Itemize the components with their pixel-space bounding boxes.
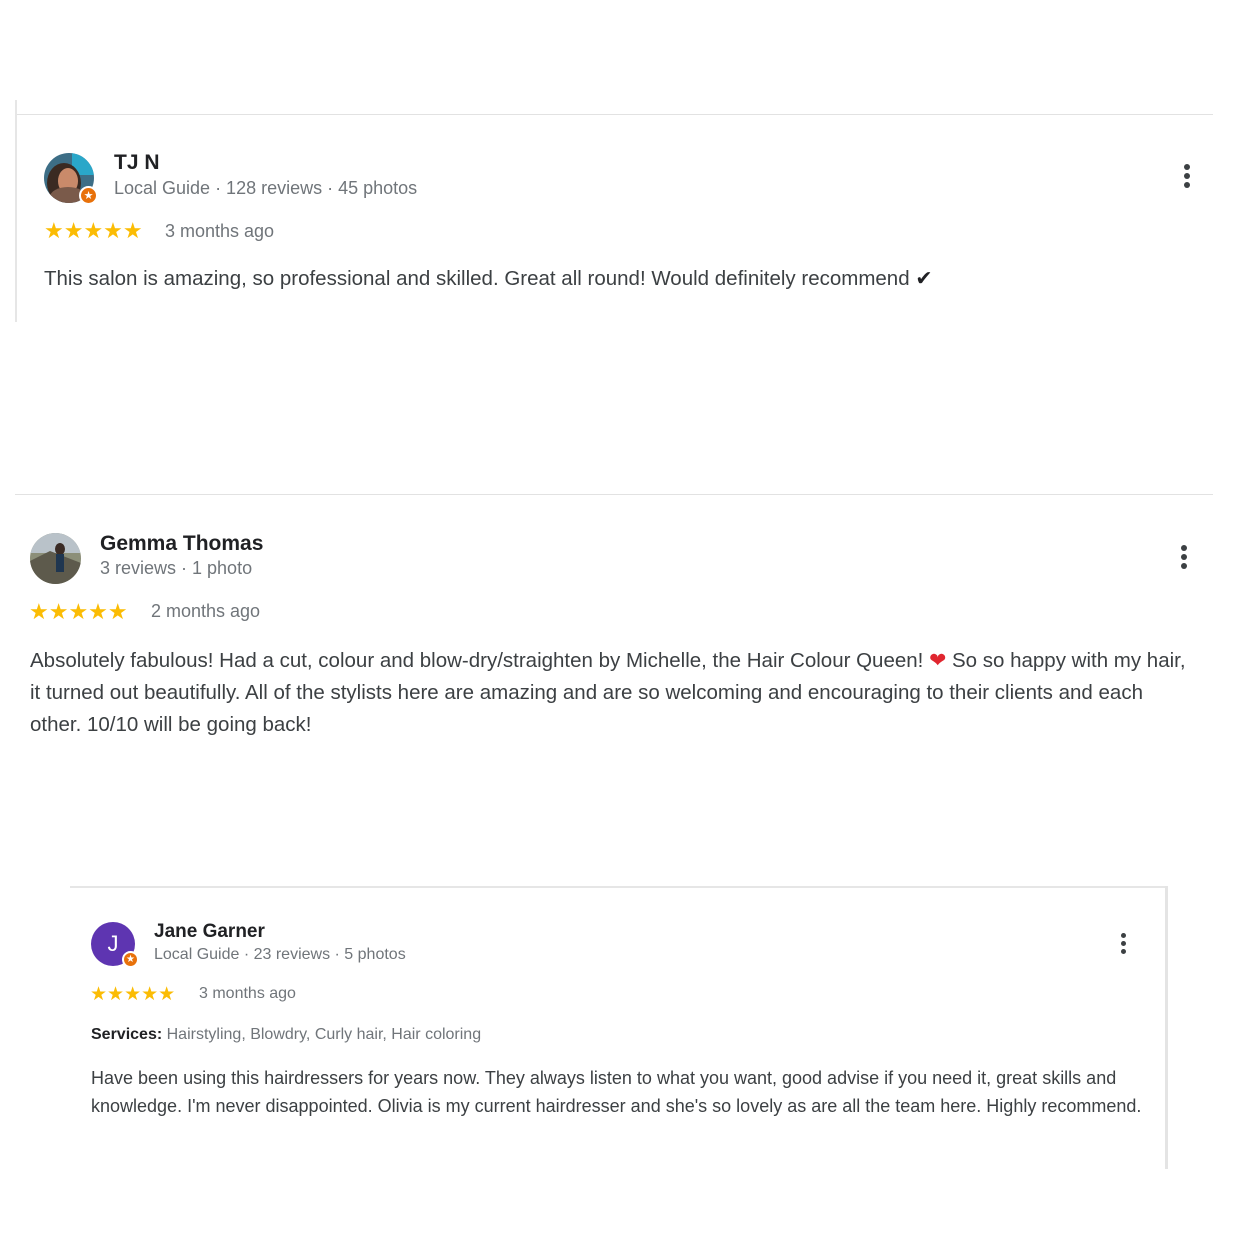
reviewer-meta: Local Guide · 128 reviews · 45 photos <box>114 178 418 198</box>
avatar[interactable]: J ★ <box>91 922 139 968</box>
review-time: 2 months ago <box>151 601 261 621</box>
divider <box>17 114 1213 115</box>
review-body-part1: Absolutely fabulous! Had a cut, colour a… <box>30 649 924 672</box>
review-text: Absolutely fabulous! Had a cut, colour a… <box>30 644 1190 741</box>
more-options-icon[interactable] <box>1119 933 1127 957</box>
star-rating-icon: ★★★★★ <box>90 983 176 1005</box>
divider <box>15 494 1213 495</box>
avatar[interactable] <box>30 533 81 584</box>
avatar-letter: J <box>107 931 119 956</box>
divider <box>70 886 1165 888</box>
review-body: This salon is amazing, so professional a… <box>44 267 910 290</box>
more-options-icon[interactable] <box>1180 545 1188 572</box>
review-time: 3 months ago <box>165 221 275 241</box>
review-card-tj-n: ★ TJ N Local Guide · 128 reviews · 45 ph… <box>15 100 1213 322</box>
star-rating-icon: ★★★★★ <box>29 600 128 625</box>
review-time: 3 months ago <box>199 985 296 1002</box>
profile-photo <box>30 533 81 584</box>
avatar[interactable]: ★ <box>44 153 98 205</box>
star-rating-icon: ★★★★★ <box>44 219 143 244</box>
heart-icon: ❤ <box>929 648 947 672</box>
more-options-icon[interactable] <box>1183 164 1191 191</box>
review-card-gemma-thomas: Gemma Thomas 3 reviews · 1 photo ★★★★★ 2… <box>15 494 1213 754</box>
reviewer-meta: Local Guide · 23 reviews · 5 photos <box>154 946 406 963</box>
services-label: Services: <box>91 1026 163 1043</box>
reviewer-name[interactable]: Jane Garner <box>154 921 265 943</box>
review-card-jane-garner: J ★ Jane Garner Local Guide · 23 reviews… <box>70 886 1168 1169</box>
local-guide-star-badge-icon: ★ <box>79 186 98 205</box>
services-list: Hairstyling, Blowdry, Curly hair, Hair c… <box>166 1026 482 1043</box>
review-text: Have been using this hairdressers for ye… <box>91 1068 1142 1116</box>
reviewer-name[interactable]: Gemma Thomas <box>100 532 263 556</box>
review-text: This salon is amazing, so professional a… <box>44 264 1194 293</box>
reviewer-name[interactable]: TJ N <box>114 151 160 175</box>
services-line: Services: Hairstyling, Blowdry, Curly ha… <box>91 1026 481 1044</box>
reviewer-meta: 3 reviews · 1 photo <box>100 558 253 578</box>
check-mark-icon: ✔ <box>915 266 933 290</box>
local-guide-star-badge-icon: ★ <box>122 951 139 968</box>
